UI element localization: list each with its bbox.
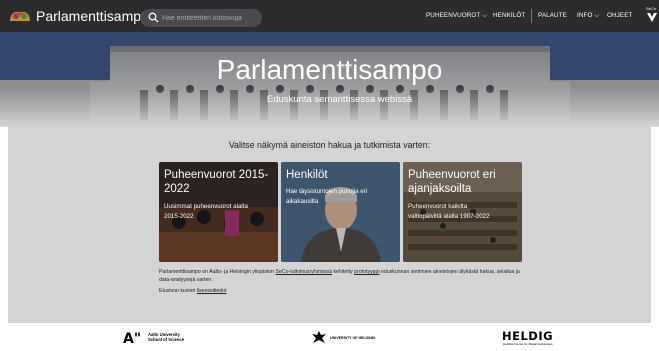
card-title-line: ajanjaksoilta <box>408 183 472 195</box>
card-description: Puheenvuorot kaikilta valtiopäiviltä ala… <box>408 202 518 222</box>
about-text-part: eduskunnan avoimien aineistojen älykästä… <box>379 269 520 275</box>
nav-divider <box>531 9 532 23</box>
chevron-down-icon: ⌵ <box>594 13 600 19</box>
heldig-subtitle: Helsinki Centre for Digital Humanities <box>503 342 553 346</box>
search-icon <box>148 12 159 23</box>
about-text: Parlamenttisampo on Aalto- ja Helsingin … <box>159 268 544 284</box>
about-text-part: Parlamenttisampo on Aalto- ja Helsingin … <box>159 269 276 275</box>
prototype-link[interactable]: prototyyppi <box>354 269 379 275</box>
license-prefix: Etusivun kuvien <box>159 288 197 294</box>
card-desc-line: valtiopäiviltä alalta 1907-2022 <box>408 213 490 220</box>
aalto-logo-mark[interactable]: A" <box>123 331 141 347</box>
app-title[interactable]: Parlamenttisampo <box>36 8 149 24</box>
heldig-logo[interactable]: HELDIG <box>502 329 553 343</box>
card-puheenvuorot-2015-2022[interactable]: Puheenvuorot 2015- 2022 Uusimmat puheenv… <box>159 162 278 262</box>
seco-mark-icon <box>647 13 657 22</box>
card-desc-line: Hae täysistuntojen puhujia eri <box>286 188 368 195</box>
main-content: Valitse näkymä aineiston hakua ja tutkim… <box>8 127 651 323</box>
nav-puheenvuorot[interactable]: PUHEENVUOROT ⌵ <box>426 12 487 20</box>
hero-banner: Parlamenttisampo Eduskunta semanttisessa… <box>0 32 659 127</box>
card-desc-line: Puheenvuorot kaikilta <box>408 203 468 210</box>
card-title: Henkilöt <box>286 168 396 182</box>
card-puheenvuorot-eri-ajanjaksoilta[interactable]: Puheenvuorot eri ajanjaksoilta Puheenvuo… <box>403 162 522 262</box>
helsinki-university-icon[interactable] <box>311 330 327 346</box>
aalto-logo-text[interactable]: Aalto University School of Science <box>148 332 184 342</box>
seco-research-group-link[interactable]: SeCo-tutkimusryhmässä <box>276 269 333 275</box>
hero-subtitle: Eduskunta semanttisessa webissä <box>266 94 413 105</box>
nav-henkilot[interactable]: HENKILÖT <box>493 12 525 19</box>
card-title-line: Puheenvuorot eri <box>408 169 496 181</box>
nav-puheenvuorot-label: PUHEENVUOROT <box>426 12 481 19</box>
card-description: Hae täysistuntojen puhujia eri aikakausi… <box>286 187 396 207</box>
footer: A" Aalto University School of Science UN… <box>0 323 659 351</box>
card-title-line: Henkilöt <box>286 169 328 181</box>
seco-label: SeCo <box>646 6 657 11</box>
app-logo-icon[interactable] <box>8 7 32 25</box>
top-app-bar: Parlamenttisampo PUHEENVUOROT⌵ HENKILÖT … <box>0 0 659 32</box>
helsinki-university-text[interactable]: UNIVERSITY OF HELSINKI <box>330 336 375 340</box>
search-input[interactable] <box>162 11 258 25</box>
lead-text: Valitse näkymä aineiston hakua ja tutkim… <box>228 140 431 150</box>
card-desc-line: 2015-2022 <box>164 213 194 220</box>
card-title: Puheenvuorot eri ajanjaksoilta <box>408 168 518 196</box>
nav-info-label: INFO <box>577 12 593 19</box>
card-title-line: Puheenvuorot 2015- <box>164 169 269 181</box>
seco-logo[interactable]: SeCo <box>646 6 659 28</box>
card-henkilot[interactable]: Henkilöt Hae täysistuntojen puhujia eri … <box>281 162 400 262</box>
about-text-part: data-analyysejä varten. <box>159 277 213 283</box>
license-link[interactable]: lisenssitiedot <box>197 288 227 294</box>
aalto-line: School of Science <box>148 337 185 342</box>
nav-info[interactable]: INFO ⌵ <box>577 12 599 20</box>
image-license-text: Etusivun kuvien lisenssitiedot <box>159 288 226 294</box>
card-description: Uusimmat puheenvuorot alalta 2015-2022 <box>164 202 274 222</box>
card-desc-line: aikakausilta <box>286 198 319 205</box>
card-title: Puheenvuorot 2015- 2022 <box>164 168 274 196</box>
chevron-down-icon: ⌵ <box>482 13 488 19</box>
card-desc-line: Uusimmat puheenvuorot alalta <box>164 203 248 210</box>
card-title-line: 2022 <box>164 183 190 195</box>
about-text-part: kehitetty <box>332 269 355 275</box>
nav-palaute[interactable]: PALAUTE <box>538 12 567 19</box>
nav-ohjeet[interactable]: OHJEET <box>607 12 632 19</box>
search-box[interactable] <box>140 9 262 27</box>
hero-title: Parlamenttisampo <box>216 54 443 85</box>
